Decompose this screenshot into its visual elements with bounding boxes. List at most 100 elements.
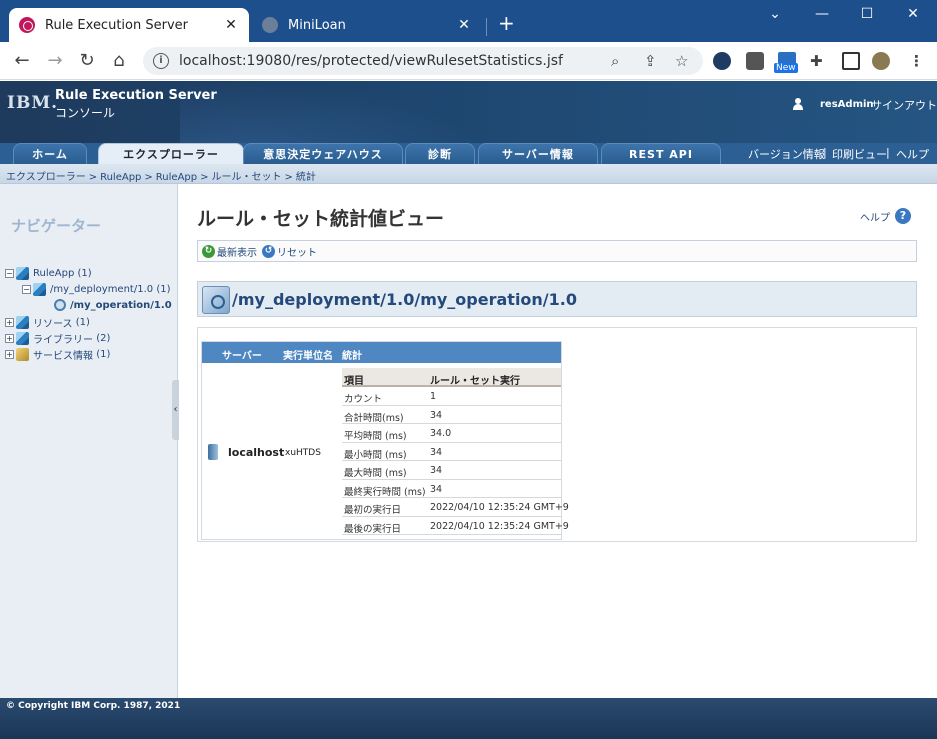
ruleset-path-header: /my_deployment/1.0/my_operation/1.0 <box>197 281 917 317</box>
table-row: 最終実行時間 (ms) 34 <box>342 480 561 498</box>
tree-label: ライブラリー <box>33 334 93 346</box>
ruleapp-cube-icon <box>16 266 29 280</box>
browser-menu-icon[interactable]: ⋮ <box>909 52 924 70</box>
browser-tab-miniloan[interactable]: MiniLoan ✕ <box>252 8 482 42</box>
help-question-icon[interactable]: ? <box>895 208 911 224</box>
close-tab-icon[interactable]: ✕ <box>456 17 472 33</box>
tab-explorer[interactable]: エクスプローラー <box>98 143 244 164</box>
stat-label: 最小時間 (ms) <box>344 449 407 461</box>
url-text: localhost:19080/res/protected/viewRulese… <box>179 53 563 69</box>
breadcrumb-ruleapp[interactable]: RuleApp <box>100 172 141 183</box>
refresh-button[interactable]: ↻ 最新表示 <box>202 244 257 259</box>
version-info-link[interactable]: バージョン情報 <box>748 146 825 162</box>
tree-count: (1) <box>77 267 92 279</box>
tab-decision-warehouse[interactable]: 意思決定ウェアハウス <box>243 143 403 164</box>
browser-tab-rule-execution-server[interactable]: Rule Execution Server ✕ <box>9 8 249 42</box>
minimize-icon[interactable]: — <box>811 6 833 22</box>
tab-rest-api[interactable]: REST API <box>601 143 721 164</box>
stats-subtable-header: 項目 ルール・セット実行 <box>342 368 561 387</box>
stat-label: 最大時間 (ms) <box>344 468 407 479</box>
tree-item-resources[interactable]: + リソース (1) <box>5 315 90 330</box>
breadcrumb-ruleapp-2[interactable]: RuleApp <box>156 172 197 183</box>
stat-label: カウント <box>344 394 383 405</box>
tab-server-info[interactable]: サーバー情報 <box>478 143 598 164</box>
tab-diagnostics[interactable]: 診断 <box>405 143 475 164</box>
extensions-puzzle-icon[interactable]: ✚ <box>810 52 823 70</box>
tree-label: /my_operation/1.0 <box>70 299 172 311</box>
close-window-icon[interactable]: ✕ <box>902 6 924 22</box>
breadcrumb: エクスプローラー > RuleApp > RuleApp > ルール・セット > 統計 <box>0 164 937 184</box>
breadcrumb-ruleset[interactable]: ルール・セット <box>212 172 282 183</box>
stat-value: 34 <box>430 446 443 458</box>
header-help-link[interactable]: ヘルプ <box>896 146 929 162</box>
bookmark-star-icon[interactable]: ☆ <box>675 52 688 70</box>
signout-link[interactable]: サインアウト <box>871 97 937 113</box>
tree-count: (1) <box>156 283 171 295</box>
close-tab-icon[interactable]: ✕ <box>223 17 239 33</box>
util-separator: | <box>823 146 827 159</box>
server-icon <box>208 444 218 460</box>
collapse-toggle-icon[interactable]: − <box>5 268 14 278</box>
site-info-icon[interactable]: i <box>153 53 169 69</box>
home-icon[interactable]: ⌂ <box>109 51 129 71</box>
res-favicon-icon <box>19 17 35 33</box>
action-bar: ↻ 最新表示 ↺ リセット <box>197 240 917 262</box>
expand-toggle-icon[interactable]: + <box>5 317 14 327</box>
tree-label: RuleApp <box>33 267 75 279</box>
tab-home[interactable]: ホーム <box>13 143 87 164</box>
username: resAdmin <box>820 99 874 110</box>
stat-value: 2022/04/10 12:35:24 GMT+9 <box>430 502 569 513</box>
refresh-icon: ↻ <box>202 245 215 258</box>
help-link[interactable]: ヘルプ <box>860 209 890 224</box>
stat-label: 合計時間(ms) <box>344 412 404 424</box>
tree-item-services[interactable]: + サービス情報 (1) <box>5 347 110 362</box>
breadcrumb-stats: 統計 <box>295 172 316 183</box>
table-row: 平均時間 (ms) 34.0 <box>342 424 561 443</box>
side-panel-icon[interactable] <box>842 52 860 70</box>
tab-search-chevron-icon[interactable]: ⌄ <box>764 6 786 22</box>
footer-copyright: © Copyright IBM Corp. 1987, 2021 <box>0 698 937 739</box>
reload-icon[interactable]: ↻ <box>77 51 97 71</box>
share-icon[interactable]: ⇪ <box>644 52 657 70</box>
tree-label: サービス情報 <box>33 350 93 362</box>
forward-arrow-icon[interactable]: → <box>45 51 65 71</box>
extension-check-icon[interactable] <box>713 52 731 70</box>
table-row: 合計時間(ms) 34 <box>342 406 561 424</box>
print-view-link[interactable]: 印刷ビュー <box>832 146 887 162</box>
globe-favicon-icon <box>262 17 278 33</box>
expand-toggle-icon[interactable]: + <box>5 349 14 359</box>
stats-col-item: 項目 <box>344 376 364 387</box>
refresh-label: 最新表示 <box>217 248 257 259</box>
stat-label: 最初の実行日 <box>344 505 402 516</box>
breadcrumb-explorer[interactable]: エクスプローラー <box>6 172 86 183</box>
tree-count: (2) <box>96 332 111 344</box>
zoom-icon[interactable]: ⌕ <box>611 52 619 70</box>
back-arrow-icon[interactable]: ← <box>12 51 32 71</box>
reset-button[interactable]: ↺ リセット <box>262 244 317 259</box>
stat-value: 34 <box>430 409 443 421</box>
tree-item-ruleapp[interactable]: − RuleApp (1) <box>5 266 92 280</box>
maximize-icon[interactable]: ☐ <box>856 6 878 22</box>
collapse-toggle-icon[interactable]: − <box>22 284 31 294</box>
header-decoration <box>180 81 480 143</box>
collapse-sidebar-handle[interactable]: ‹ <box>172 380 179 440</box>
page-title: ルール・セット統計値ビュー <box>197 208 445 230</box>
new-tab-plus-icon[interactable]: + <box>498 13 515 33</box>
tree-item-operation[interactable]: /my_operation/1.0 <box>54 298 172 312</box>
extension-wallet-icon[interactable] <box>746 52 764 70</box>
tree-item-libraries[interactable]: + ライブラリー (2) <box>5 331 111 346</box>
reset-label: リセット <box>277 248 317 259</box>
operation-gear-icon <box>54 299 66 311</box>
expand-toggle-icon[interactable]: + <box>5 333 14 343</box>
tree-count: (1) <box>75 316 90 328</box>
stat-label: 平均時間 (ms) <box>344 431 407 442</box>
profile-avatar[interactable] <box>872 52 890 70</box>
stat-value: 34 <box>430 483 443 495</box>
navigator-sidebar: ナビゲーター ‹ − RuleApp (1) − /my_deployment/… <box>0 184 179 698</box>
statistics-table: サーバー 実行単位名 統計 localhost xuHTDS 項目 ルール・セッ… <box>201 341 569 540</box>
stat-label: 最後の実行日 <box>344 523 402 535</box>
header-server: サーバー <box>222 351 262 362</box>
ruleset-stats-icon <box>202 286 230 314</box>
tree-item-deployment[interactable]: − /my_deployment/1.0 (1) <box>22 282 170 296</box>
table-header: サーバー 実行単位名 統計 <box>202 342 561 363</box>
